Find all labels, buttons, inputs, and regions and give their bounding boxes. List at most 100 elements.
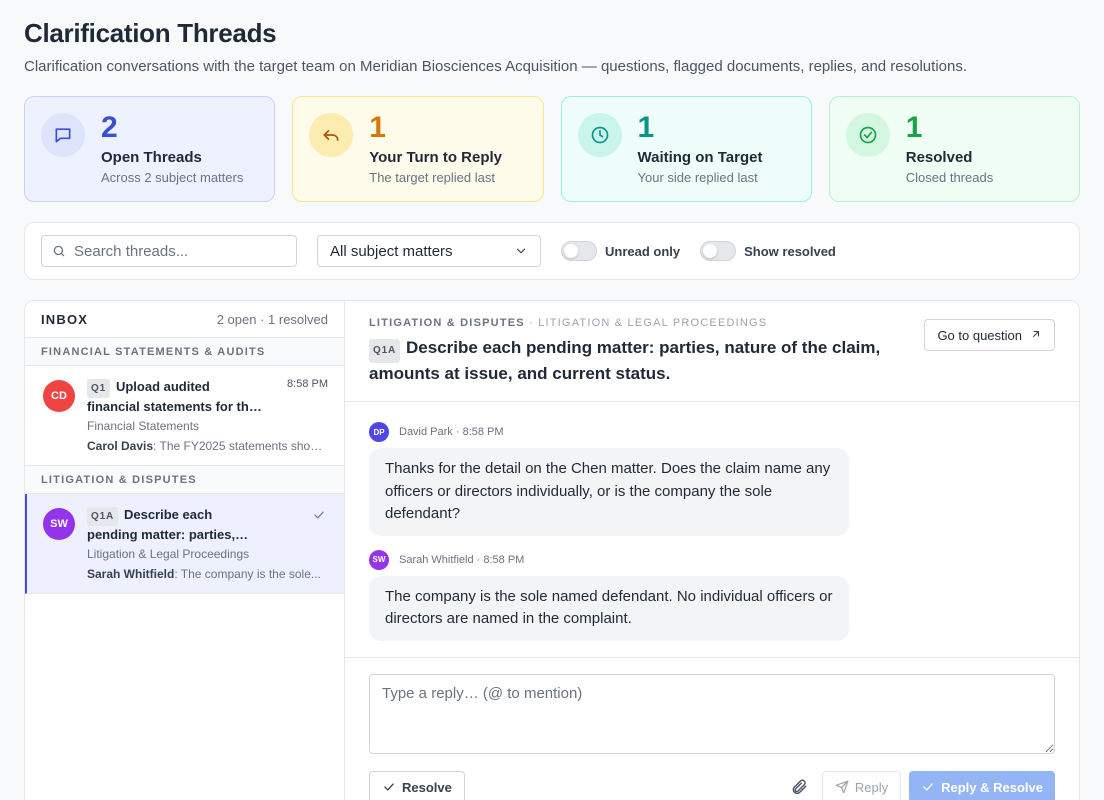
unread-only-label: Unread only: [605, 243, 681, 259]
resolve-button[interactable]: Resolve: [369, 771, 465, 800]
stat-value: 2: [101, 111, 118, 144]
thread-snippet: Sarah Whitfield: The company is the sole…: [87, 567, 328, 581]
message: SW Sarah Whitfield · 8:58 PM The company…: [369, 549, 1055, 641]
go-to-question-label: Go to question: [937, 327, 1022, 343]
stat-value: 1: [369, 111, 386, 144]
thread-question-text: Upload audited financial statements for …: [87, 379, 257, 414]
filter-bar: All subject matters Unread only Show res…: [24, 222, 1080, 280]
threads-panel: INBOX 2 open · 1 resolved FINANCIAL STAT…: [24, 300, 1080, 800]
stat-sub: Closed threads: [905, 170, 994, 185]
thread-breadcrumb: LITIGATION & DISPUTES · LITIGATION & LEG…: [369, 317, 889, 329]
message-meta: DP David Park · 8:58 PM: [369, 422, 1055, 442]
thread-header: LITIGATION & DISPUTES · LITIGATION & LEG…: [345, 301, 1079, 402]
clock-icon: [577, 113, 622, 157]
avatar: DP: [369, 422, 389, 442]
external-arrow-icon: [1030, 328, 1042, 343]
stat-label: Waiting on Target: [637, 149, 763, 166]
reply-composer: Resolve Reply Reply & Resolve: [345, 657, 1079, 800]
avatar: SW: [369, 549, 389, 570]
page-subtitle: Clarification conversations with the tar…: [24, 58, 968, 75]
message-list: DP David Park · 8:58 PM Thanks for the d…: [345, 402, 1079, 657]
page: Clarification Threads Clarification conv…: [0, 0, 1104, 800]
resolve-label: Resolve: [402, 779, 452, 795]
thread-question: Q1 Upload audited financial statements fo…: [87, 378, 262, 415]
message-author-time: David Park · 8:58 PM: [399, 426, 504, 438]
thread-title-text: Describe each pending matter: parties, n…: [369, 338, 881, 383]
message-bubble: The company is the sole named defendant.…: [369, 575, 849, 641]
question-tag: Q1: [87, 379, 110, 398]
reply-and-resolve-button[interactable]: Reply & Resolve: [909, 771, 1055, 800]
inbox-group-header: FINANCIAL STATEMENTS & AUDITS: [25, 338, 344, 366]
message-author-time: Sarah Whitfield · 8:58 PM: [399, 553, 525, 566]
stats-row: 2 Open Threads Across 2 subject matters …: [24, 96, 1080, 202]
breadcrumb-subject: LITIGATION & DISPUTES: [369, 317, 525, 329]
inbox-header: INBOX 2 open · 1 resolved: [25, 301, 344, 338]
reply-label: Reply: [854, 779, 889, 795]
stat-label: Your Turn to Reply: [369, 149, 503, 166]
stat-sub: Across 2 subject matters: [101, 170, 244, 185]
thread-list-item[interactable]: CD Q1 Upload audited financial statements…: [25, 366, 344, 466]
attach-button[interactable]: [790, 778, 808, 796]
stat-label: Resolved: [905, 149, 973, 166]
thread-title: Q1A Describe each pending matter: parties…: [369, 337, 889, 385]
stat-value: 1: [905, 111, 923, 144]
paperclip-icon: [792, 779, 807, 795]
thread-question: Q1A Describe each pending matter: parties…: [87, 506, 262, 543]
breadcrumb-separator: ·: [529, 317, 534, 329]
snippet-text: : The company is the sole...: [174, 567, 321, 581]
breadcrumb-category: LITIGATION & LEGAL PROCEEDINGS: [538, 317, 768, 329]
composer-actions: Resolve Reply Reply & Resolve: [369, 771, 1055, 800]
thread-snippet: Carol Davis: The FY2025 statements show.…: [87, 439, 328, 453]
message: DP David Park · 8:58 PM Thanks for the d…: [369, 422, 1055, 536]
thread-category: Litigation & Legal Proceedings: [87, 547, 250, 561]
reply-button[interactable]: Reply: [821, 771, 902, 800]
stat-sub: Your side replied last: [637, 170, 758, 185]
search-input[interactable]: [74, 242, 274, 260]
stat-card-resolved[interactable]: 1 Resolved Closed threads: [828, 96, 1080, 202]
stat-label: Open Threads: [101, 149, 202, 166]
message-meta: SW Sarah Whitfield · 8:58 PM: [369, 549, 1055, 570]
question-tag: Q1A: [87, 507, 118, 526]
stat-sub: The target replied last: [369, 170, 495, 185]
show-resolved-toggle-group: Show resolved: [700, 241, 836, 261]
thread-time: 8:58 PM: [287, 378, 328, 390]
reply-textarea[interactable]: [369, 674, 1055, 754]
show-resolved-toggle[interactable]: [700, 241, 737, 261]
unread-only-toggle[interactable]: [561, 241, 597, 261]
snippet-author: Sarah Whitfield: [87, 567, 175, 581]
check-icon: [384, 783, 394, 791]
search-box: [41, 235, 297, 267]
inbox-group-header: LITIGATION & DISPUTES: [25, 466, 344, 494]
message-bubble: Thanks for the detail on the Chen matter…: [369, 448, 849, 536]
inbox-count: 2 open · 1 resolved: [216, 311, 328, 327]
thread-category: Financial Statements: [87, 419, 200, 433]
thread-list-item[interactable]: SW Q1A Describe each pending matter: part…: [25, 494, 344, 594]
subject-matter-select-value: All subject matters: [330, 242, 453, 260]
avatar: CD: [43, 380, 75, 412]
stat-value: 1: [637, 111, 655, 144]
chat-bubble-icon: [41, 113, 85, 157]
unread-only-toggle-group: Unread only: [561, 241, 680, 261]
stat-card-your-turn[interactable]: 1 Your Turn to Reply The target replied …: [292, 96, 544, 202]
inbox-title: INBOX: [41, 311, 89, 327]
subject-matter-select[interactable]: All subject matters: [317, 235, 541, 267]
send-icon: [835, 780, 849, 794]
check-icon: [314, 511, 324, 519]
snippet-author: Carol Davis: [87, 439, 154, 453]
search-icon: [53, 245, 65, 257]
show-resolved-label: Show resolved: [744, 243, 836, 259]
avatar: SW: [43, 508, 75, 540]
question-tag: Q1A: [369, 339, 400, 363]
stat-card-waiting[interactable]: 1 Waiting on Target Your side replied la…: [560, 96, 812, 202]
check-circle-icon: [845, 113, 890, 157]
thread-detail: LITIGATION & DISPUTES · LITIGATION & LEG…: [345, 301, 1079, 800]
check-icon: [923, 783, 933, 791]
stat-card-open-threads[interactable]: 2 Open Threads Across 2 subject matters: [24, 96, 276, 202]
snippet-text: : The FY2025 statements show...: [153, 439, 328, 453]
page-title: Clarification Threads: [24, 18, 277, 48]
chevron-down-icon: [516, 248, 526, 254]
inbox-list: INBOX 2 open · 1 resolved FINANCIAL STAT…: [25, 301, 345, 800]
reply-arrow-icon: [309, 113, 354, 157]
go-to-question-button[interactable]: Go to question: [924, 319, 1055, 351]
reply-and-resolve-label: Reply & Resolve: [941, 779, 1043, 795]
